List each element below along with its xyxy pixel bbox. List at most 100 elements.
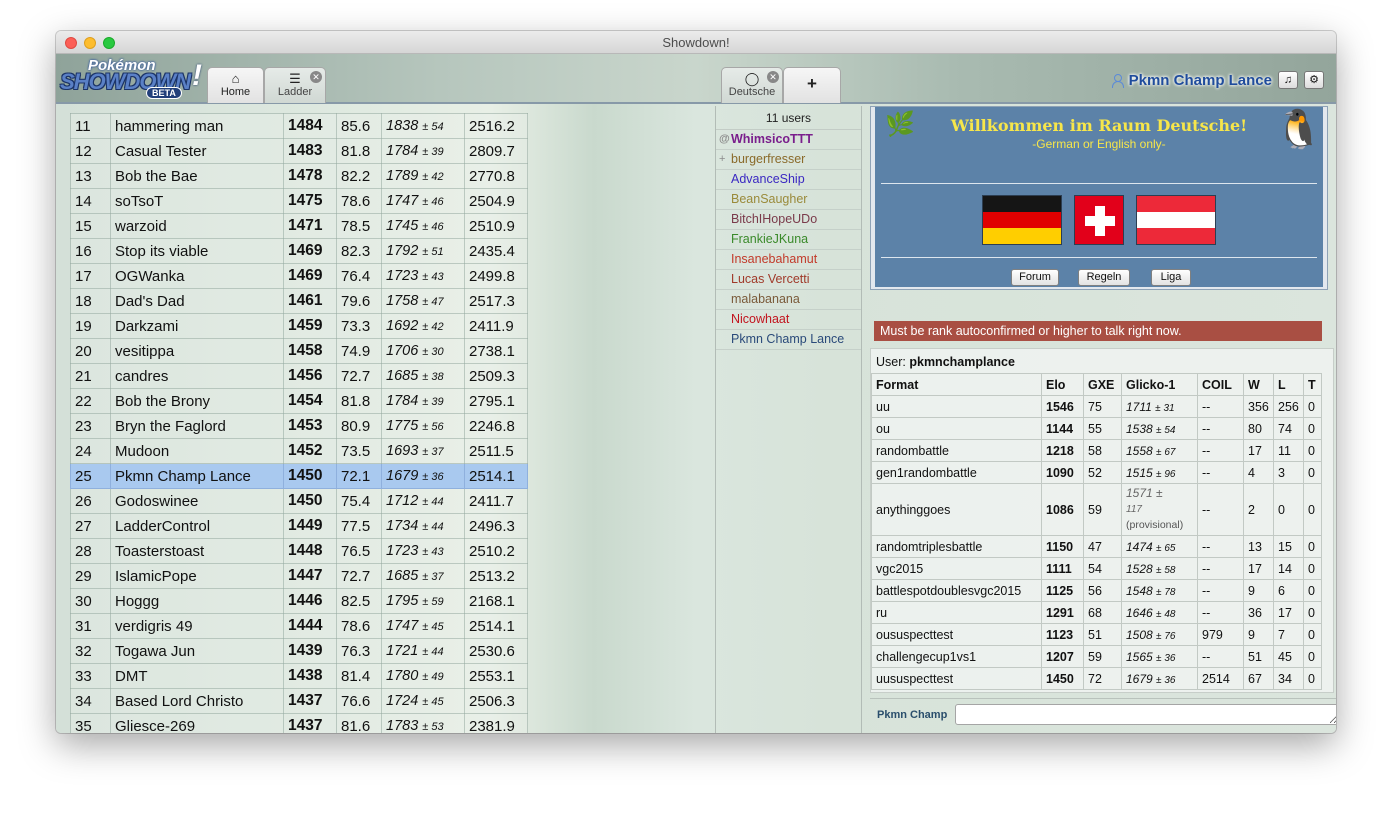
- user-list-item[interactable]: BitchIHopeUDo: [716, 210, 861, 230]
- user-list-name[interactable]: Pkmn Champ Lance: [731, 332, 844, 346]
- zoom-window-button[interactable]: [103, 37, 115, 49]
- tab-deutsche[interactable]: ◯ Deutsche ✕: [721, 67, 783, 103]
- ladder-player-name[interactable]: warzoid: [110, 213, 284, 239]
- ladder-player-name[interactable]: Bob the Brony: [110, 388, 284, 414]
- user-list-name[interactable]: Nicowhaat: [731, 312, 789, 326]
- close-window-button[interactable]: [65, 37, 77, 49]
- tab-ladder[interactable]: ☰ Ladder ✕: [264, 67, 326, 103]
- sound-icon[interactable]: ♫: [1278, 71, 1298, 89]
- user-list-name[interactable]: BeanSaugher: [731, 192, 807, 206]
- stats-ties: 0: [1303, 667, 1322, 690]
- user-list-item[interactable]: @ WhimsicoTTT: [716, 130, 861, 150]
- user-list-name[interactable]: AdvanceShip: [731, 172, 805, 186]
- ladder-row[interactable]: 22 Bob the Brony 1454 81.8 1784 ± 39 2795.1: [70, 388, 528, 414]
- user-list-item[interactable]: BeanSaugher: [716, 190, 861, 210]
- ladder-row[interactable]: 30 Hoggg 1446 82.5 1795 ± 59 2168.1: [70, 588, 528, 614]
- user-list-item[interactable]: Lucas Vercetti: [716, 270, 861, 290]
- ladder-row[interactable]: 23 Bryn the Faglord 1453 80.9 1775 ± 56 2246.…: [70, 413, 528, 439]
- header-username[interactable]: Pkmn Champ Lance: [1129, 72, 1272, 89]
- ladder-player-name[interactable]: soTsoT: [110, 188, 284, 214]
- regeln-button[interactable]: Regeln: [1078, 269, 1130, 286]
- ladder-row[interactable]: 21 candres 1456 72.7 1685 ± 38 2509.3: [70, 363, 528, 389]
- ladder-player-name[interactable]: vesitippa: [110, 338, 284, 364]
- ladder-row[interactable]: 16 Stop its viable 1469 82.3 1792 ± 51 2435.4: [70, 238, 528, 264]
- user-list-item[interactable]: + burgerfresser: [716, 150, 861, 170]
- tab-new-room[interactable]: +: [783, 67, 841, 103]
- ladder-player-name[interactable]: Dad's Dad: [110, 288, 284, 314]
- ladder-player-name[interactable]: Gliesce-269: [110, 713, 284, 733]
- ladder-row[interactable]: 20 vesitippa 1458 74.9 1706 ± 30 2738.1: [70, 338, 528, 364]
- ladder-row[interactable]: 13 Bob the Bae 1478 82.2 1789 ± 42 2770.8: [70, 163, 528, 189]
- ladder-row[interactable]: 35 Gliesce-269 1437 81.6 1783 ± 53 2381.9: [70, 713, 528, 733]
- ladder-row[interactable]: 26 Godoswinee 1450 75.4 1712 ± 44 2411.7: [70, 488, 528, 514]
- user-list-name[interactable]: Lucas Vercetti: [731, 272, 810, 286]
- showdown-logo[interactable]: Pokémon SHOWDOWN ! BETA: [60, 57, 204, 101]
- ladder-row[interactable]: 29 IslamicPope 1447 72.7 1685 ± 37 2513.2: [70, 563, 528, 589]
- ladder-row[interactable]: 34 Based Lord Christo 1437 76.6 1724 ± 45 250…: [70, 688, 528, 714]
- user-list-item[interactable]: malabanana: [716, 290, 861, 310]
- user-list-name[interactable]: FrankieJKuna: [731, 232, 808, 246]
- tab-home[interactable]: ⌂ Home: [207, 67, 264, 103]
- ladder-player-name[interactable]: Toasterstoast: [110, 538, 284, 564]
- stats-coil: --: [1197, 557, 1244, 580]
- user-stats-username[interactable]: pkmnchamplance: [909, 355, 1015, 369]
- ladder-row[interactable]: 14 soTsoT 1475 78.6 1747 ± 46 2504.9: [70, 188, 528, 214]
- ladder-row[interactable]: 31 verdigris 49 1444 78.6 1747 ± 45 2514.1: [70, 613, 528, 639]
- ladder-player-name[interactable]: Hoggg: [110, 588, 284, 614]
- user-list-name[interactable]: BitchIHopeUDo: [731, 212, 817, 226]
- ladder-row[interactable]: 12 Casual Tester 1483 81.8 1784 ± 39 2809.7: [70, 138, 528, 164]
- ladder-elo: 1447: [283, 563, 337, 589]
- ladder-row[interactable]: 24 Mudoon 1452 73.5 1693 ± 37 2511.5: [70, 438, 528, 464]
- stats-coil: --: [1197, 535, 1244, 558]
- ladder-player-name[interactable]: DMT: [110, 663, 284, 689]
- ladder-row[interactable]: 11 hammering man 1484 85.6 1838 ± 54 2516.2: [70, 113, 528, 139]
- liga-button[interactable]: Liga: [1151, 269, 1191, 286]
- user-list-item[interactable]: FrankieJKuna: [716, 230, 861, 250]
- col-format: Format: [871, 373, 1042, 396]
- ladder-player-name[interactable]: Godoswinee: [110, 488, 284, 514]
- ladder-glicko: 1706 ± 30: [381, 338, 465, 364]
- ladder-player-name[interactable]: Mudoon: [110, 438, 284, 464]
- ladder-row[interactable]: 33 DMT 1438 81.4 1780 ± 49 2553.1: [70, 663, 528, 689]
- ladder-player-name[interactable]: LadderControl: [110, 513, 284, 539]
- ladder-row[interactable]: 19 Darkzami 1459 73.3 1692 ± 42 2411.9: [70, 313, 528, 339]
- minimize-window-button[interactable]: [84, 37, 96, 49]
- user-list-name[interactable]: burgerfresser: [731, 152, 805, 166]
- ladder-row[interactable]: 18 Dad's Dad 1461 79.6 1758 ± 47 2517.3: [70, 288, 528, 314]
- ladder-player-name[interactable]: candres: [110, 363, 284, 389]
- user-list-item[interactable]: Pkmn Champ Lance: [716, 330, 861, 350]
- close-tab-icon[interactable]: ✕: [310, 71, 322, 83]
- ladder-player-name[interactable]: Stop its viable: [110, 238, 284, 264]
- ladder-row[interactable]: 28 Toasterstoast 1448 76.5 1723 ± 43 2510.2: [70, 538, 528, 564]
- ladder-player-name[interactable]: Based Lord Christo: [110, 688, 284, 714]
- user-list-item[interactable]: AdvanceShip: [716, 170, 861, 190]
- close-tab-icon[interactable]: ✕: [767, 71, 779, 83]
- ladder-player-name[interactable]: Darkzami: [110, 313, 284, 339]
- ladder-gxe: 72.7: [336, 563, 382, 589]
- forum-button[interactable]: Forum: [1011, 269, 1059, 286]
- ladder-player-name[interactable]: Bob the Bae: [110, 163, 284, 189]
- ladder-row[interactable]: 17 OGWanka 1469 76.4 1723 ± 43 2499.8: [70, 263, 528, 289]
- ladder-player-name[interactable]: Pkmn Champ Lance: [110, 463, 284, 489]
- ladder-player-name[interactable]: OGWanka: [110, 263, 284, 289]
- ladder-player-name[interactable]: verdigris 49: [110, 613, 284, 639]
- ladder-player-name[interactable]: Casual Tester: [110, 138, 284, 164]
- user-list-item[interactable]: Insanebahamut: [716, 250, 861, 270]
- user-list-name[interactable]: WhimsicoTTT: [731, 132, 813, 146]
- chat-input[interactable]: [955, 704, 1336, 725]
- glicko-deviation: 36: [1164, 674, 1176, 686]
- ladder-row[interactable]: 27 LadderControl 1449 77.5 1734 ± 44 2496.3: [70, 513, 528, 539]
- user-list-name[interactable]: malabanana: [731, 292, 800, 306]
- ladder-player-name[interactable]: Togawa Jun: [110, 638, 284, 664]
- ladder-player-name[interactable]: IslamicPope: [110, 563, 284, 589]
- ladder-row[interactable]: 32 Togawa Jun 1439 76.3 1721 ± 44 2530.6: [70, 638, 528, 664]
- stats-ties: 0: [1303, 417, 1322, 440]
- ladder-player-name[interactable]: hammering man: [110, 113, 284, 139]
- user-list-name[interactable]: Insanebahamut: [731, 252, 817, 266]
- ladder-row[interactable]: 25 Pkmn Champ Lance 1450 72.1 1679 ± 36 2514.…: [70, 463, 528, 489]
- ladder-player-name[interactable]: Bryn the Faglord: [110, 413, 284, 439]
- gear-icon[interactable]: ⚙: [1304, 71, 1324, 89]
- ladder-row[interactable]: 15 warzoid 1471 78.5 1745 ± 46 2510.9: [70, 213, 528, 239]
- user-list-item[interactable]: Nicowhaat: [716, 310, 861, 330]
- glicko-rating: 1747: [386, 618, 419, 634]
